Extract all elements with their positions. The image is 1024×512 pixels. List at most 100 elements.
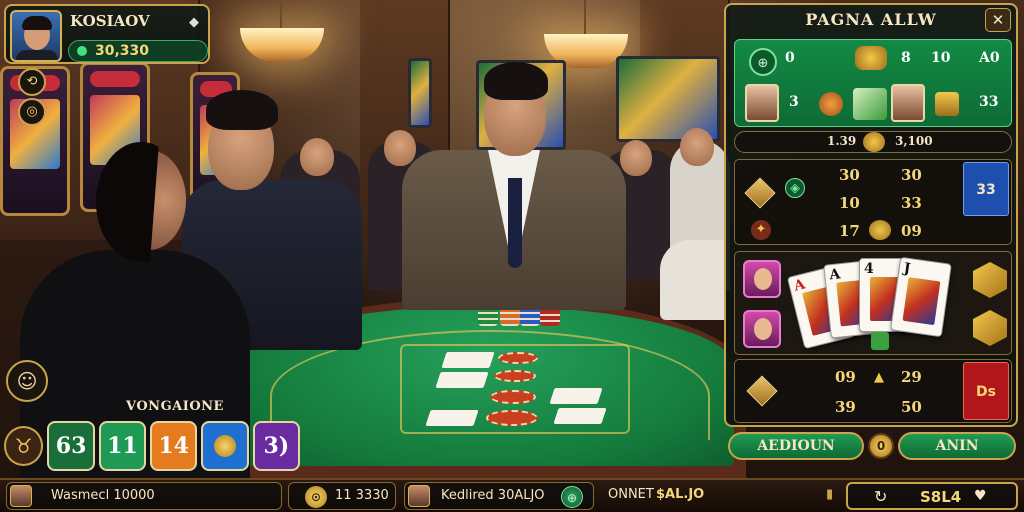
side-panel-title: PAGNA ALLW [805,10,937,29]
table-card [441,352,495,368]
player-cash-bar: 30,330 [68,40,208,62]
coin-stack-icon [855,46,887,70]
gem-icon [746,375,778,407]
bottom-coin-info: ⊙ 11 3330 [288,482,396,510]
bet-panel-title: VONGAIONE [126,399,224,414]
player-portrait[interactable] [891,84,925,122]
gold-hex-icon[interactable] [973,310,1007,346]
player-hair [206,90,278,130]
player-arm [660,240,724,320]
bet-chip-14[interactable]: 14 [150,421,198,471]
score-grid: ⊕ 0 8 10 A0 3 33 [734,39,1012,127]
gem-icon [744,177,776,209]
grid-cell: 10 [931,50,951,66]
table-card [425,410,479,426]
bottom-player-info: Wasmecl 10000 [6,482,282,510]
lower-stats: 09 ▲ 29 39 50 Ds [734,359,1012,423]
stat-c2: 29 [901,368,922,386]
emblem-icon: ⊕ [561,486,583,508]
patron-head [300,138,334,176]
coin-icon: ⊙ [305,486,327,508]
table-card [553,408,607,424]
player-avatar[interactable] [10,10,62,62]
bottom-left-text: Wasmecl 10000 [51,488,155,503]
diamond-icon[interactable]: ◆ [186,16,202,30]
fire-icon: ✦ [751,220,771,240]
side-panel: PAGNA ALLW ✕ ⊕ 0 8 10 A0 3 33 1.39 3,100… [724,3,1018,427]
player-card: KOSIAOV ◆ 30,330 [4,4,210,64]
bull-icon[interactable]: ♉ [4,426,44,466]
playing-card[interactable]: J [890,256,952,338]
bet-chip-63[interactable]: 63 [47,421,95,471]
chip-icon [819,92,843,116]
close-icon[interactable]: ✕ [985,8,1011,32]
table-chip [490,390,536,404]
bottom-middle-text: Kedlired 30ALJO [441,488,545,503]
card-rank: A [828,266,842,284]
patron-head [620,140,652,176]
table-chip [498,352,538,364]
stat-a2: 10 [839,194,860,212]
action-button-right[interactable]: ANIN [898,432,1016,460]
bet-chip-blue[interactable] [201,421,249,471]
stat-b1: 30 [901,166,922,184]
table-card [435,372,489,388]
emblem-icon: ⊕ [749,48,777,76]
player-cash: 30,330 [95,43,150,59]
grid-cell: 0 [785,50,795,66]
stat-d1: 39 [835,398,856,416]
player-portrait[interactable] [745,84,779,122]
flame-icon: ▲ [874,370,884,385]
score-tile-red[interactable]: Ds [963,362,1009,420]
chandelier [240,0,324,62]
pot-right: 3,100 [895,134,933,148]
stat-d2: 50 [901,398,922,416]
grid-cell: 8 [901,50,911,66]
cash-icon [77,46,87,56]
table-chip [486,410,538,426]
stat-a3: 17 [839,222,860,240]
bonus-icon [871,332,889,350]
stat-b3: 09 [901,222,922,240]
target-button[interactable]: ◎ [18,98,46,126]
bottom-avatar[interactable] [10,485,32,507]
refresh-icon[interactable]: ↻ [874,487,887,506]
coin-icon [869,220,891,240]
gem-icon [214,435,237,457]
opponent-avatar[interactable] [743,310,781,348]
balance-box[interactable]: ↻ S8L4 ♥ [846,482,1018,510]
action-button-left[interactable]: AEDIOUN [728,432,864,460]
grid-cell: A0 [979,50,1000,66]
history-button[interactable]: ⟲ [18,68,46,96]
bet-chip-11[interactable]: 11 [98,421,147,471]
card-area: A A 4 J [734,251,1012,355]
pot-left: 1.39 [827,134,857,148]
stat-b2: 33 [901,194,922,212]
gold-hex-icon[interactable] [973,262,1007,298]
dealer-tie [508,178,522,268]
pot-bar: 1.39 3,100 [734,131,1012,153]
balance-value: S8L4 [920,488,962,506]
bottom-coin-text: 11 3330 [335,488,389,503]
bet-chip-row: ♉ 63 11 14 3) [4,420,300,472]
score-tile-blue[interactable]: 33 [963,162,1009,216]
chat-icon[interactable]: ☺ [6,360,48,402]
bottom-avatar[interactable] [408,485,430,507]
patron-head [680,128,714,166]
bet-chip-3[interactable]: 3) [252,421,300,471]
dealer-hair [484,62,548,100]
grid-cell: 3 [789,94,799,110]
heart-icon[interactable]: ♥ [974,488,987,504]
shield-icon: ◈ [785,178,805,198]
player-name: KOSIAOV [70,12,150,30]
card-rank: J [902,260,912,278]
coin-icon [863,132,885,152]
onnet-label: ONNET [608,487,654,502]
bonus-icon [853,88,887,120]
patron-head [384,130,416,166]
coin-button[interactable]: 0 [868,433,894,459]
table-chip [494,370,536,382]
opponent-avatar[interactable] [743,260,781,298]
onnet-value: $AL.JO [656,487,705,502]
divider-icon: ▮ [826,487,834,502]
